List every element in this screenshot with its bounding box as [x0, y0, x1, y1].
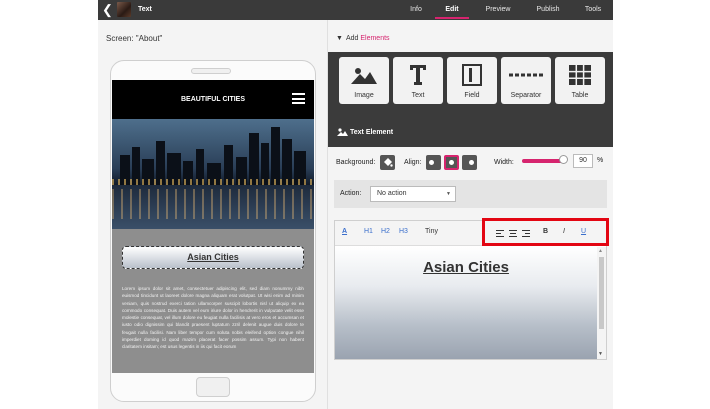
- action-row: Action: No action ▼: [334, 180, 607, 208]
- width-slider[interactable]: [522, 159, 564, 163]
- screen-label: Screen: "About": [106, 34, 163, 43]
- app-window: ❮ Text Info Edit Preview Publish Tools S…: [0, 0, 710, 409]
- h2-button[interactable]: H2: [381, 228, 390, 235]
- add-text-label: Text: [411, 92, 425, 99]
- app-thumbnail: [117, 2, 131, 17]
- add-field-label: Field: [464, 92, 480, 99]
- image-text-icon: [337, 128, 348, 136]
- section-header: Text Element: [328, 120, 613, 147]
- phone-speaker: [191, 68, 231, 74]
- add-elements-toggle[interactable]: ▼ Add Elements: [336, 35, 390, 42]
- action-select-value: No action: [377, 190, 407, 197]
- add-field-button[interactable]: Field: [447, 57, 497, 104]
- editor-toolbar: A H1 H2 H3 Tiny B I U: [335, 218, 609, 246]
- phone-screen: BEAUTIFUL CITIES Asian Cities Lorem ipsu…: [112, 80, 314, 373]
- separator-icon: [501, 64, 551, 86]
- image-icon: [339, 64, 389, 86]
- highlight-annotation-box: [482, 218, 609, 246]
- tab-info[interactable]: Info: [401, 0, 431, 20]
- phone-mockup: BEAUTIFUL CITIES Asian Cities Lorem ipsu…: [110, 60, 316, 402]
- body-text-block[interactable]: Lorem ipsum dolor sit amet, consectetuer…: [122, 285, 304, 351]
- scrollbar-thumb[interactable]: [599, 257, 604, 329]
- heading-text-block[interactable]: Asian Cities: [122, 246, 304, 269]
- h1-button[interactable]: H1: [364, 228, 373, 235]
- align-right-button[interactable]: [462, 155, 477, 170]
- align-left-button[interactable]: [426, 155, 441, 170]
- action-label: Action:: [340, 190, 362, 197]
- phone-home-button: [196, 377, 230, 397]
- add-table-button[interactable]: Table: [555, 57, 605, 104]
- hamburger-menu-icon[interactable]: [292, 93, 305, 104]
- align-label: Align:: [404, 159, 422, 166]
- align-center-button[interactable]: [444, 155, 459, 170]
- elements-toolbar: Image Text Field Separator Table: [328, 52, 613, 120]
- editor-content-area[interactable]: Asian Cities: [335, 247, 597, 359]
- add-image-label: Image: [354, 92, 374, 99]
- site-header: BEAUTIFUL CITIES: [112, 80, 314, 119]
- width-input[interactable]: 90: [573, 154, 593, 168]
- tiny-button[interactable]: Tiny: [425, 228, 438, 235]
- tab-preview[interactable]: Preview: [478, 0, 518, 20]
- add-elements-prefix: Add: [345, 35, 359, 42]
- h3-button[interactable]: H3: [399, 228, 408, 235]
- scroll-up-icon[interactable]: ▲: [598, 248, 603, 254]
- table-icon: [555, 64, 605, 86]
- editor-panel: ▼ Add Elements Image Text Field Separato…: [328, 20, 613, 409]
- editor-heading-text: Asian Cities: [423, 259, 509, 276]
- rich-text-editor: A H1 H2 H3 Tiny B I U Asian Cities ▲ ▼: [334, 218, 609, 360]
- text-icon: [393, 64, 443, 86]
- tab-edit[interactable]: Edit: [435, 0, 469, 20]
- background-picker-button[interactable]: [380, 155, 395, 170]
- section-title: Text Element: [350, 129, 394, 136]
- background-label: Background:: [336, 159, 376, 166]
- app-title: Text: [138, 6, 152, 13]
- tab-publish[interactable]: Publish: [529, 0, 567, 20]
- add-separator-button[interactable]: Separator: [501, 57, 551, 104]
- back-arrow-icon[interactable]: ❮: [102, 2, 114, 18]
- text-color-button[interactable]: A: [342, 228, 347, 235]
- width-label: Width:: [494, 159, 514, 166]
- width-unit: %: [597, 157, 604, 164]
- heading-text: Asian Cities: [187, 252, 239, 262]
- add-table-label: Table: [571, 92, 589, 99]
- chevron-down-icon: ▼: [446, 191, 451, 197]
- add-elements-link: Elements: [360, 35, 390, 42]
- top-bar: ❮ Text Info Edit Preview Publish Tools: [98, 0, 613, 20]
- add-text-button[interactable]: Text: [393, 57, 443, 104]
- triangle-down-icon: ▼: [336, 35, 343, 42]
- tab-tools[interactable]: Tools: [577, 0, 609, 20]
- city-skyline-image[interactable]: [112, 119, 314, 229]
- preview-panel: Screen: "About" BEAUTIFUL CITIES Asian C…: [98, 20, 328, 409]
- field-icon: [447, 64, 497, 86]
- add-image-button[interactable]: Image: [339, 57, 389, 104]
- paint-bucket-icon: [384, 158, 393, 167]
- action-select[interactable]: No action ▼: [370, 186, 456, 202]
- editor-scrollbar[interactable]: ▲ ▼: [597, 247, 606, 359]
- add-separator-label: Separator: [510, 92, 542, 99]
- width-slider-handle[interactable]: [559, 155, 568, 164]
- site-title: BEAUTIFUL CITIES: [180, 96, 246, 103]
- scroll-down-icon[interactable]: ▼: [598, 351, 603, 357]
